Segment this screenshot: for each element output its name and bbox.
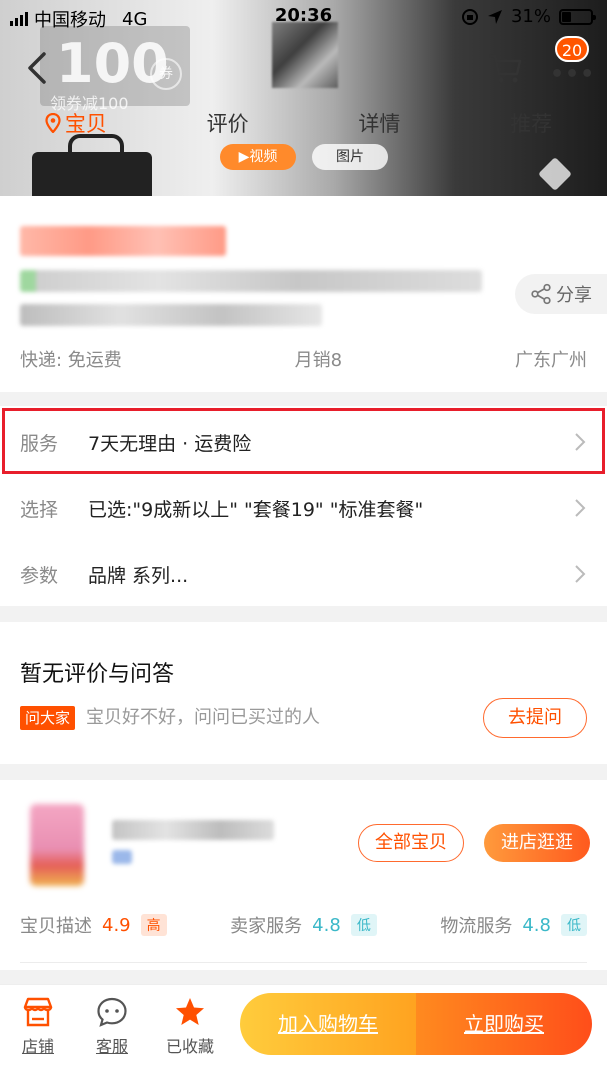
share-label: 分享 — [556, 285, 592, 306]
chevron-right-icon — [575, 565, 586, 583]
score-label: 宝贝描述 — [20, 916, 92, 937]
property-label: 参数 — [20, 564, 59, 587]
product-meta-row: 快递: 免运费 月销8 广东广州 — [20, 346, 587, 372]
shop-level-badge — [112, 850, 132, 864]
score-item: 卖家服务 4.8 低 — [230, 912, 377, 938]
product-title-blurred — [20, 270, 482, 292]
top-navbar: ••• 20 — [0, 34, 607, 98]
properties-section: 服务 7天无理由 · 运费险 选择 已选:"9成新以上" "套餐19" "标准套… — [0, 406, 607, 606]
property-value: 品牌 系列... — [88, 564, 189, 587]
score-value: 4.8 — [522, 914, 551, 936]
shop-score-row: 宝贝描述 4.9 高 卖家服务 4.8 低 物流服务 4.8 低 — [20, 912, 587, 938]
score-item: 物流服务 4.8 低 — [440, 912, 587, 938]
tab-recommend[interactable]: 推荐 — [455, 108, 607, 138]
battery-percent: 31% — [510, 6, 551, 27]
bottom-action-bar: 店铺 客服 已收藏 加入购物车 立即购买 — [0, 984, 607, 1080]
cart-button[interactable] — [485, 48, 525, 88]
status-bar: 中国移动 4G 20:36 31% — [0, 0, 607, 34]
more-dots-icon: ••• — [550, 62, 596, 87]
shop-name-blurred — [112, 820, 274, 840]
ask-everyone-tag: 问大家 — [20, 706, 76, 730]
location-pin-icon — [45, 113, 61, 133]
review-section: 暂无评价与问答 问大家 宝贝好不好，问问已买过的人 去提问 — [0, 622, 607, 764]
price-blurred — [20, 226, 226, 256]
service-row[interactable]: 服务 7天无理由 · 运费险 — [0, 409, 607, 475]
tab-label: 推荐 — [510, 112, 553, 136]
score-value: 4.9 — [102, 914, 131, 936]
property-label: 服务 — [20, 432, 59, 455]
location-arrow-icon — [487, 9, 502, 24]
ship-from-location: 广东广州 — [515, 350, 587, 371]
battery-icon — [559, 8, 596, 25]
product-bag-image — [32, 134, 152, 196]
score-label: 卖家服务 — [230, 916, 303, 937]
shop-logo[interactable] — [30, 804, 84, 886]
tab-label: 评价 — [206, 112, 249, 136]
review-title: 暂无评价与问答 — [20, 662, 175, 687]
shop-section: 全部宝贝 进店逛逛 宝贝描述 4.9 高 卖家服务 4.8 低 物流服务 4.8… — [0, 780, 607, 970]
product-title-blurred-line2 — [20, 304, 322, 326]
customer-service-button[interactable]: 客服 — [82, 995, 142, 1057]
divider — [20, 962, 587, 963]
share-icon — [531, 283, 551, 305]
chevron-left-icon — [28, 52, 46, 84]
tab-details[interactable]: 详情 — [304, 108, 456, 138]
star-icon — [176, 998, 204, 1025]
store-icon — [23, 997, 53, 1027]
score-value: 4.8 — [312, 914, 341, 936]
ask-prompt-text: 宝贝好不好，问问已买过的人 — [86, 707, 320, 728]
tab-item[interactable]: 宝贝 — [0, 108, 152, 138]
chat-bubble-icon — [97, 997, 127, 1027]
store-label: 店铺 — [21, 1037, 54, 1056]
tab-label: 宝贝 — [64, 112, 107, 136]
all-items-button[interactable]: 全部宝贝 — [358, 824, 464, 862]
back-button[interactable] — [18, 48, 58, 88]
store-button[interactable]: 店铺 — [8, 995, 68, 1057]
rotation-lock-icon — [461, 8, 478, 25]
tab-label: 详情 — [358, 112, 401, 136]
monthly-sales: 月销8 — [294, 350, 343, 371]
property-value: 7天无理由 · 运费险 — [88, 432, 252, 455]
visit-shop-button[interactable]: 进店逛逛 — [484, 824, 590, 862]
chevron-right-icon — [575, 433, 586, 451]
score-item: 宝贝描述 4.9 高 — [20, 912, 167, 938]
score-label: 物流服务 — [440, 916, 513, 937]
cart-icon — [489, 54, 522, 83]
product-info-section: 分享 快递: 免运费 月销8 广东广州 — [0, 196, 607, 392]
property-value: 已选:"9成新以上" "套餐19" "标准套餐" — [88, 498, 424, 521]
parameters-row[interactable]: 参数 品牌 系列... — [0, 541, 607, 607]
shipping-info: 快递: 免运费 — [20, 350, 122, 371]
buy-now-button[interactable]: 立即购买 — [416, 993, 592, 1055]
service-label: 客服 — [95, 1037, 128, 1056]
chevron-right-icon — [575, 499, 586, 517]
ask-question-button[interactable]: 去提问 — [483, 698, 587, 738]
property-label: 选择 — [20, 498, 59, 521]
favorite-button[interactable]: 已收藏 — [160, 995, 220, 1057]
selection-row[interactable]: 选择 已选:"9成新以上" "套餐19" "标准套餐" — [0, 475, 607, 541]
score-level-badge: 低 — [350, 914, 377, 936]
section-tabs: 宝贝 评价 详情 推荐 — [0, 98, 607, 148]
favorite-label: 已收藏 — [165, 1037, 214, 1056]
notification-badge: 20 — [555, 36, 589, 62]
more-button[interactable]: ••• 20 — [545, 36, 594, 92]
add-to-cart-button[interactable]: 加入购物车 — [240, 993, 416, 1055]
price-tag-icon — [538, 157, 572, 191]
score-level-badge: 高 — [140, 914, 167, 936]
score-level-badge: 低 — [560, 914, 587, 936]
tab-reviews[interactable]: 评价 — [152, 108, 304, 138]
share-button[interactable]: 分享 — [515, 274, 607, 314]
